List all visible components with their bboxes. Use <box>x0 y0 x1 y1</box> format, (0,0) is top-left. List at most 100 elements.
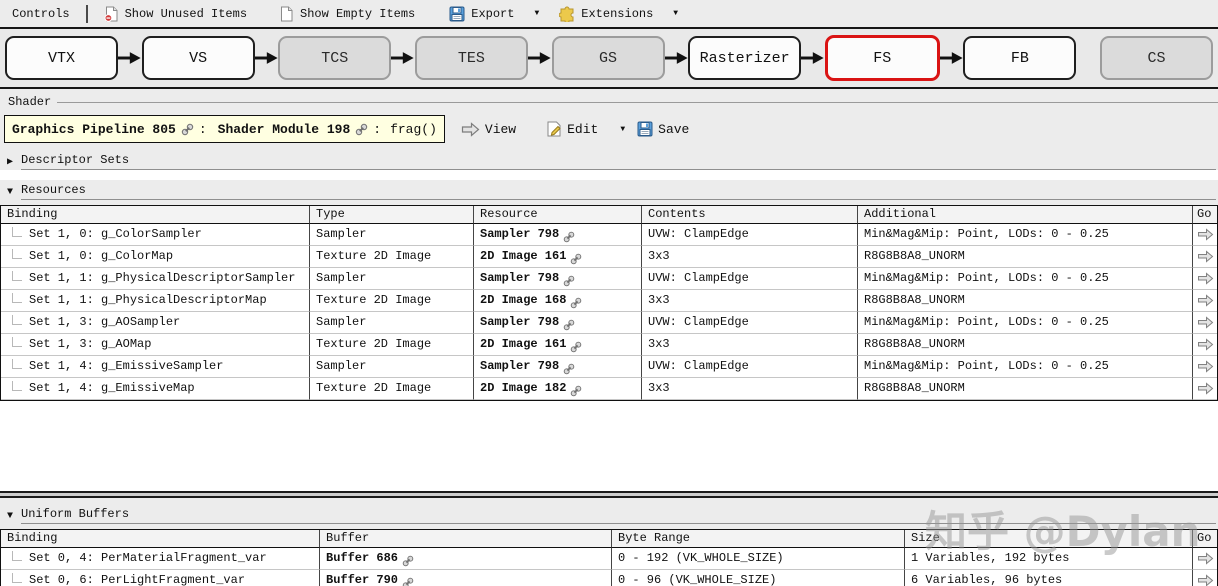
binding-cell[interactable]: Set 1, 4: g_EmissiveMap <box>1 378 310 400</box>
pipeline-stage-fb[interactable]: FB <box>963 36 1077 80</box>
edit-button[interactable]: Edit <box>546 121 598 137</box>
additional-cell: Min&Mag&Mip: Point, LODs: 0 - 0.25 <box>858 224 1193 246</box>
contents-cell: UVW: ClampEdge <box>642 356 858 378</box>
pipeline-stage-cs[interactable]: CS <box>1100 36 1213 80</box>
controls-label: Controls <box>12 6 70 21</box>
tree-branch-icon <box>12 572 22 583</box>
pipeline-stage-tes[interactable]: TES <box>414 36 528 80</box>
contents-cell: UVW: ClampEdge <box>642 268 858 290</box>
stage-arrow-icon <box>254 51 279 65</box>
resource-link-icon[interactable] <box>402 577 414 586</box>
edit-dropdown-arrow[interactable]: ▼ <box>620 125 625 134</box>
tree-branch-icon <box>12 550 22 561</box>
go-cell[interactable] <box>1193 246 1217 268</box>
tree-branch-icon <box>12 380 22 391</box>
pipeline-stage-vtx[interactable]: VTX <box>5 36 118 80</box>
binding-cell[interactable]: Set 1, 1: g_PhysicalDescriptorMap <box>1 290 310 312</box>
additional-cell: Min&Mag&Mip: Point, LODs: 0 - 0.25 <box>858 268 1193 290</box>
controls-button[interactable]: Controls <box>6 5 76 23</box>
binding-cell[interactable]: Set 1, 3: g_AOMap <box>1 334 310 356</box>
buffer-cell: Buffer 686 <box>320 548 612 570</box>
binding-cell[interactable]: Set 1, 0: g_ColorMap <box>1 246 310 268</box>
save-button[interactable]: Save <box>637 121 689 137</box>
resource-link-icon[interactable] <box>563 319 575 331</box>
additional-cell: R8G8B8A8_UNORM <box>858 246 1193 268</box>
uniform-buffers-table: Binding Buffer Byte Range Size Go Set 0, 4: P… <box>0 529 1218 586</box>
contents-cell: 3x3 <box>642 246 858 268</box>
contents-cell: 3x3 <box>642 378 858 400</box>
go-arrow-icon <box>1197 574 1214 586</box>
column-header-byte-range: Byte Range <box>612 530 905 548</box>
additional-cell: R8G8B8A8_UNORM <box>858 290 1193 312</box>
export-button[interactable]: Export <box>443 4 520 24</box>
column-header-size: Size <box>905 530 1193 548</box>
extensions-dropdown-arrow[interactable]: ▼ <box>673 9 678 18</box>
resource-link-icon[interactable] <box>570 297 582 309</box>
tree-branch-icon <box>12 226 22 237</box>
binding-cell[interactable]: Set 1, 4: g_EmissiveSampler <box>1 356 310 378</box>
link-icon[interactable] <box>355 123 368 136</box>
show-empty-items-label: Show Empty Items <box>300 6 416 21</box>
shader-group-label: Shader <box>8 95 52 109</box>
contents-cell: UVW: ClampEdge <box>642 224 858 246</box>
go-cell[interactable] <box>1193 224 1217 246</box>
go-cell[interactable] <box>1193 268 1217 290</box>
export-dropdown-arrow[interactable]: ▼ <box>534 9 539 18</box>
descriptor-sets-label: Descriptor Sets <box>21 153 130 167</box>
resource-link-icon[interactable] <box>402 555 414 567</box>
link-icon[interactable] <box>181 123 194 136</box>
view-label: View <box>484 121 517 137</box>
resource-link-icon[interactable] <box>570 341 582 353</box>
resource-cell: 2D Image 161 <box>474 246 642 268</box>
go-arrow-icon <box>1197 360 1214 373</box>
binding-cell[interactable]: Set 0, 6: PerLightFragment_var <box>1 570 320 586</box>
go-cell[interactable] <box>1193 334 1217 356</box>
pipeline-stage-rasterizer[interactable]: Rasterizer <box>688 36 802 80</box>
binding-cell[interactable]: Set 1, 0: g_ColorSampler <box>1 224 310 246</box>
resource-link-icon[interactable] <box>563 275 575 287</box>
binding-cell[interactable]: Set 1, 1: g_PhysicalDescriptorSampler <box>1 268 310 290</box>
stage-arrow-icon <box>527 51 552 65</box>
pipeline-stage-gs[interactable]: GS <box>551 36 665 80</box>
go-cell[interactable] <box>1193 356 1217 378</box>
go-arrow-icon <box>1197 338 1214 351</box>
go-cell[interactable] <box>1193 570 1217 586</box>
additional-cell: R8G8B8A8_UNORM <box>858 334 1193 356</box>
shader-module-link[interactable]: Shader Module 198 <box>218 122 351 137</box>
binding-cell[interactable]: Set 0, 4: PerMaterialFragment_var <box>1 548 320 570</box>
resource-link-icon[interactable] <box>570 253 582 265</box>
puzzle-icon <box>559 6 575 22</box>
go-cell[interactable] <box>1193 290 1217 312</box>
type-cell: Texture 2D Image <box>310 290 474 312</box>
go-cell[interactable] <box>1193 378 1217 400</box>
export-label: Export <box>471 6 515 21</box>
binding-cell[interactable]: Set 1, 3: g_AOSampler <box>1 312 310 334</box>
pipeline-stage-tcs[interactable]: TCS <box>278 36 392 80</box>
shader-pipeline-link[interactable]: Graphics Pipeline 805 <box>12 122 176 137</box>
column-header-go: Go <box>1193 530 1217 548</box>
buffer-cell: Buffer 790 <box>320 570 612 586</box>
resource-cell: Sampler 798 <box>474 268 642 290</box>
size-cell: 6 Variables, 96 bytes <box>905 570 1193 586</box>
view-button[interactable]: View <box>461 122 516 137</box>
section-uniform-buffers[interactable]: ▼ Uniform Buffers <box>0 504 1218 524</box>
go-arrow-icon <box>1197 316 1214 329</box>
go-arrow-icon <box>1197 294 1214 307</box>
extensions-button[interactable]: Extensions <box>553 4 659 24</box>
resource-link-icon[interactable] <box>563 231 575 243</box>
pipeline-stage-vs[interactable]: VS <box>141 36 255 80</box>
go-cell[interactable] <box>1193 548 1217 570</box>
resources-table: Binding Type Resource Contents Additional Go S… <box>0 205 1218 401</box>
show-empty-items-button[interactable]: Show Empty Items <box>273 4 421 24</box>
additional-cell: R8G8B8A8_UNORM <box>858 378 1193 400</box>
section-splitter[interactable] <box>0 491 1218 498</box>
section-descriptor-sets[interactable]: ▶ Descriptor Sets <box>0 150 1218 170</box>
go-arrow-icon <box>1197 552 1214 565</box>
show-unused-items-button[interactable]: Show Unused Items <box>98 4 253 24</box>
resource-link-icon[interactable] <box>563 363 575 375</box>
section-resources[interactable]: ▼ Resources <box>0 180 1218 200</box>
resource-link-icon[interactable] <box>570 385 582 397</box>
go-cell[interactable] <box>1193 312 1217 334</box>
pipeline-stage-fs[interactable]: FS <box>824 35 940 81</box>
go-arrow-icon <box>1197 272 1214 285</box>
